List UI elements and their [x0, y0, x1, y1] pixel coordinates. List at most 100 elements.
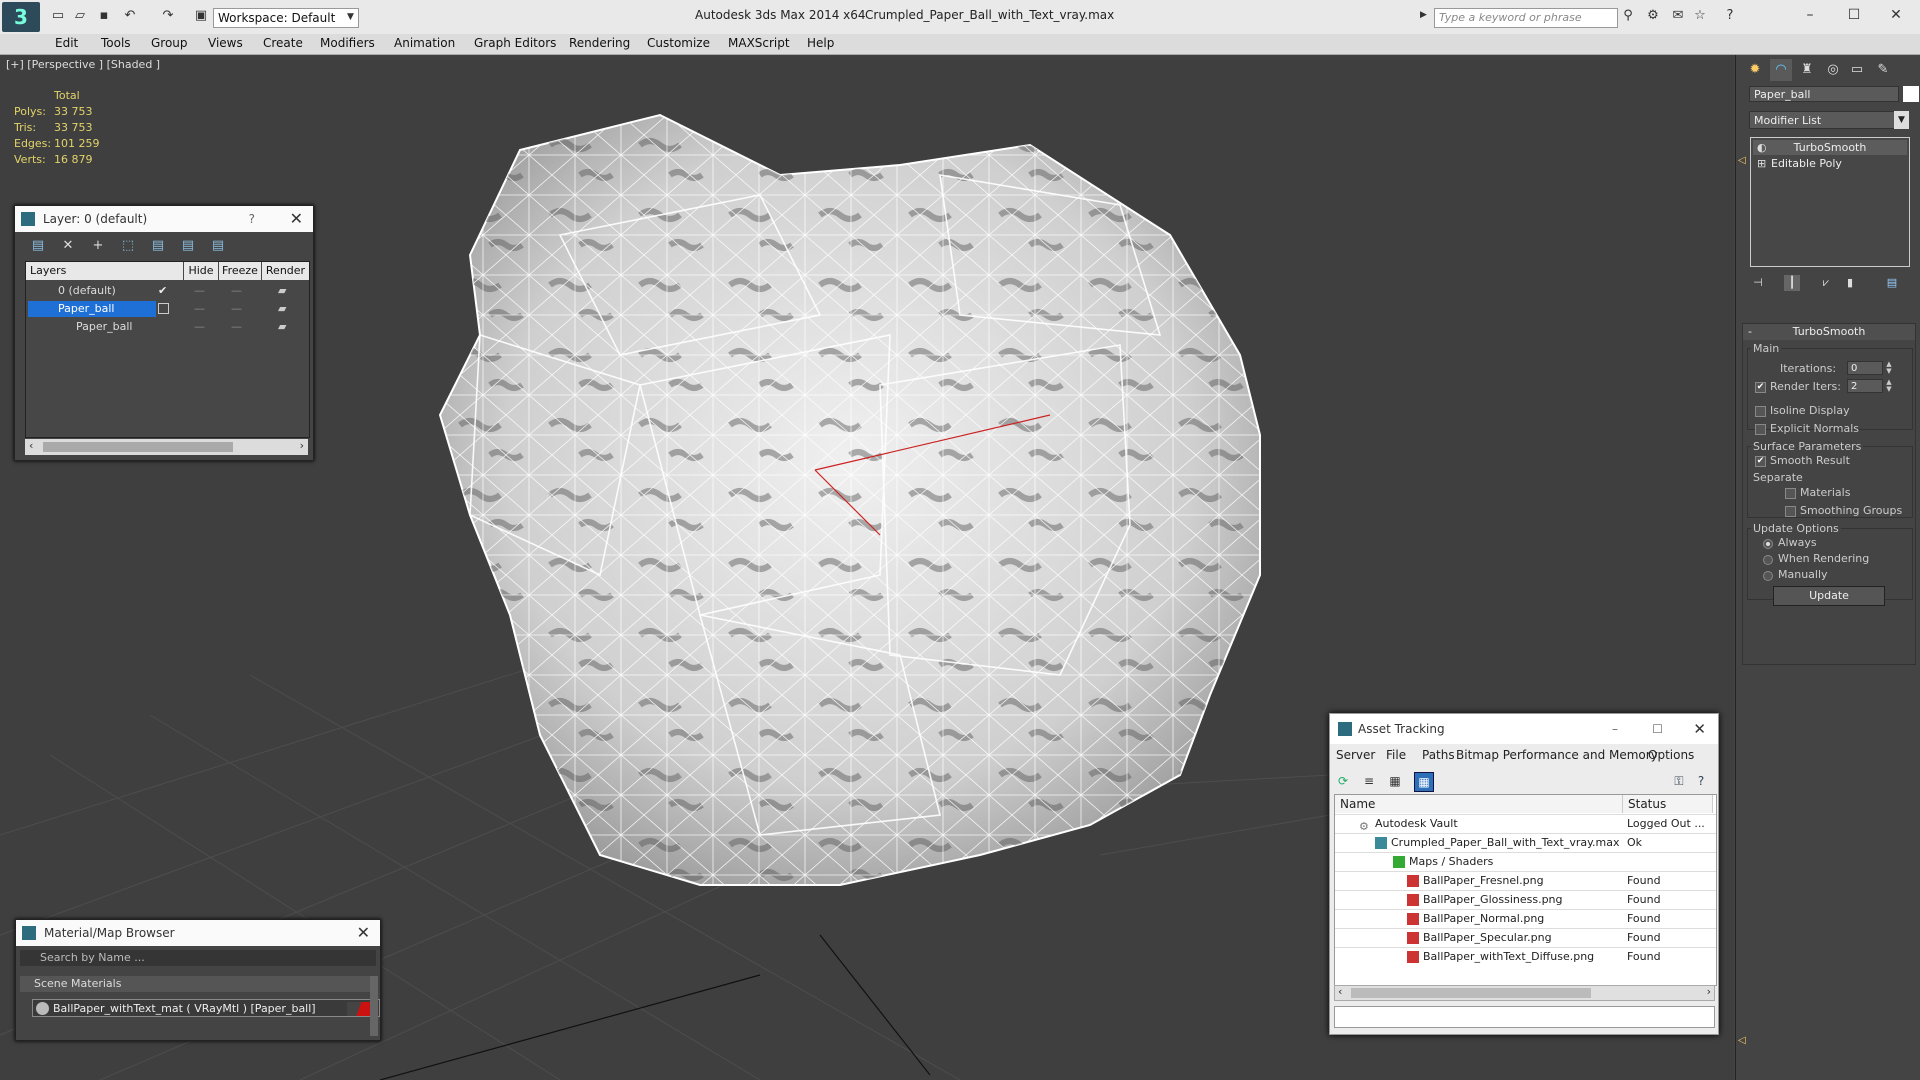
- minimize-button[interactable]: –: [1790, 4, 1830, 26]
- menu-options[interactable]: Options: [1648, 744, 1694, 766]
- make-unique-icon[interactable]: ⩗: [1818, 275, 1834, 291]
- isoline-display-checkbox[interactable]: [1755, 406, 1766, 417]
- search-input[interactable]: Type a keyword or phrase: [1434, 8, 1618, 28]
- paper-ball-mesh[interactable]: [438, 113, 1261, 886]
- open-file-icon[interactable]: ▱: [72, 8, 88, 24]
- viewport-label[interactable]: [+] [Perspective ] [Shaded ]: [6, 58, 160, 71]
- freeze-toggle[interactable]: —: [231, 300, 242, 318]
- menu-animation[interactable]: Animation: [394, 36, 455, 50]
- close-button[interactable]: ✕: [1693, 714, 1706, 744]
- vault-help-icon[interactable]: ?: [1692, 772, 1710, 790]
- hide-all-layers-icon[interactable]: ▤: [179, 237, 197, 255]
- subscription-icon[interactable]: ⚙: [1645, 8, 1661, 24]
- table-row[interactable]: Maps / Shaders: [1335, 852, 1716, 872]
- favorites-star-icon[interactable]: ☆: [1692, 8, 1708, 24]
- menu-maxscript[interactable]: MAXScript: [728, 36, 790, 50]
- maximize-button[interactable]: ☐: [1834, 4, 1874, 26]
- create-layer-icon[interactable]: ▤: [29, 237, 47, 255]
- maximize-button[interactable]: ☐: [1652, 714, 1663, 744]
- table-row[interactable]: BallPaper_Specular.png Found: [1335, 928, 1716, 948]
- layer-panel-titlebar[interactable]: Layer: 0 (default) ? ✕: [15, 206, 313, 232]
- iterations-spinner[interactable]: 0: [1847, 361, 1883, 375]
- object-name-field[interactable]: Paper_ball: [1749, 86, 1899, 102]
- binoculars-icon[interactable]: ⚲: [1620, 8, 1636, 24]
- asset-path-field[interactable]: [1334, 1006, 1715, 1028]
- minimize-button[interactable]: –: [1612, 714, 1618, 744]
- menu-bitmap-performance[interactable]: Bitmap Performance and Memory: [1456, 744, 1658, 766]
- table-row[interactable]: BallPaper_Normal.png Found: [1335, 909, 1716, 929]
- search-expand-icon[interactable]: ▶: [1420, 10, 1430, 24]
- close-icon[interactable]: ✕: [357, 920, 370, 946]
- scene-materials-section[interactable]: Scene Materials: [20, 976, 370, 992]
- spinner-arrows-icon[interactable]: ▲ ▼: [1885, 361, 1893, 375]
- modifier-list-dropdown[interactable]: Modifier List: [1749, 111, 1909, 129]
- add-to-layer-icon[interactable]: +: [89, 237, 107, 255]
- lightbulb-icon[interactable]: ◐: [1757, 140, 1767, 155]
- freeze-column-header[interactable]: Freeze: [219, 262, 261, 280]
- explicit-normals-checkbox[interactable]: [1755, 424, 1766, 435]
- remove-modifier-icon[interactable]: ▮: [1842, 275, 1858, 291]
- update-always-radio[interactable]: [1763, 539, 1773, 549]
- separate-materials-checkbox[interactable]: [1785, 488, 1796, 499]
- scroll-thumb[interactable]: [1351, 988, 1591, 998]
- help-icon[interactable]: ?: [1722, 8, 1738, 24]
- redo-icon[interactable]: ↷: [160, 8, 176, 24]
- stack-item-editable-poly[interactable]: ⊞ Editable Poly: [1753, 156, 1907, 171]
- layer-row[interactable]: Paper_ball — — ▰: [26, 318, 309, 336]
- new-file-icon[interactable]: ▭: [50, 8, 66, 24]
- stack-item-turbosmooth[interactable]: ◐ TurboSmooth: [1753, 140, 1907, 155]
- menu-rendering[interactable]: Rendering: [569, 36, 630, 50]
- menu-modifiers[interactable]: Modifiers: [320, 36, 375, 50]
- rollout-header[interactable]: - TurboSmooth: [1743, 324, 1915, 340]
- table-row[interactable]: ⚙ Autodesk Vault Logged Out ...: [1335, 814, 1716, 834]
- render-teapot-icon[interactable]: ▰: [278, 300, 286, 318]
- menu-help[interactable]: Help: [807, 36, 834, 50]
- horizontal-scrollbar[interactable]: ‹ ›: [1334, 985, 1715, 1001]
- menu-graph-editors[interactable]: Graph Editors: [474, 36, 556, 50]
- thumbnail-view-icon[interactable]: ▦: [1386, 772, 1404, 790]
- menu-server[interactable]: Server: [1336, 744, 1375, 766]
- list-view-icon[interactable]: ≡: [1360, 772, 1378, 790]
- workspace-dropdown[interactable]: Workspace: Default: [213, 8, 359, 28]
- table-row[interactable]: BallPaper_Glossiness.png Found: [1335, 890, 1716, 910]
- menu-file[interactable]: File: [1386, 744, 1406, 766]
- material-search-input[interactable]: Search by Name ...: [20, 950, 376, 966]
- chevron-left-icon[interactable]: ‹: [29, 439, 33, 452]
- show-end-result-icon[interactable]: ┃: [1784, 275, 1800, 291]
- hide-toggle[interactable]: —: [194, 300, 205, 318]
- scroll-thumb[interactable]: [43, 442, 233, 452]
- name-column-header[interactable]: Name: [1335, 795, 1623, 813]
- chevron-right-icon[interactable]: ›: [300, 439, 304, 452]
- chevron-down-icon[interactable]: ▼: [1894, 111, 1909, 129]
- menu-paths[interactable]: Paths: [1422, 744, 1455, 766]
- asset-tracking-titlebar[interactable]: Asset Tracking – ☐ ✕: [1330, 714, 1718, 744]
- create-tab-icon[interactable]: ✹: [1744, 59, 1766, 81]
- hide-column-header[interactable]: Hide: [184, 262, 218, 280]
- menu-views[interactable]: Views: [208, 36, 243, 50]
- utilities-tab-icon[interactable]: ✎: [1872, 59, 1894, 81]
- material-browser-titlebar[interactable]: Material/Map Browser ✕: [16, 920, 380, 946]
- chevron-left-icon[interactable]: ‹: [1338, 985, 1342, 998]
- render-iters-checkbox[interactable]: ✔: [1755, 382, 1766, 393]
- table-row[interactable]: BallPaper_Fresnel.png Found: [1335, 871, 1716, 891]
- material-item[interactable]: BallPaper_withText_mat ( VRayMtl ) [Pape…: [32, 999, 380, 1017]
- help-icon[interactable]: ?: [249, 206, 255, 232]
- close-button[interactable]: ✕: [1876, 4, 1916, 26]
- configure-modifier-sets-icon[interactable]: ▤: [1884, 275, 1900, 291]
- highlight-layer-icon[interactable]: ▤: [149, 237, 167, 255]
- separate-smoothing-groups-checkbox[interactable]: [1785, 506, 1796, 517]
- layers-column-header[interactable]: Layers: [26, 262, 183, 280]
- hierarchy-tab-icon[interactable]: ♜: [1796, 59, 1818, 81]
- object-color-swatch[interactable]: [1903, 86, 1919, 102]
- layer-row[interactable]: 0 (default) ✔ — — ▰: [26, 282, 309, 300]
- render-column-header[interactable]: Render: [262, 262, 309, 280]
- collapse-minus-icon[interactable]: -: [1748, 324, 1752, 340]
- horizontal-scrollbar[interactable]: ‹ ›: [25, 439, 308, 455]
- hide-toggle[interactable]: —: [194, 282, 205, 300]
- table-view-icon[interactable]: ▦: [1414, 772, 1434, 792]
- status-column-header[interactable]: Status: [1623, 795, 1713, 813]
- freeze-all-layers-icon[interactable]: ▤: [209, 237, 227, 255]
- menu-tools[interactable]: Tools: [101, 36, 131, 50]
- app-logo-icon[interactable]: 3: [2, 2, 40, 32]
- spinner-arrows-icon[interactable]: ▲ ▼: [1885, 379, 1893, 393]
